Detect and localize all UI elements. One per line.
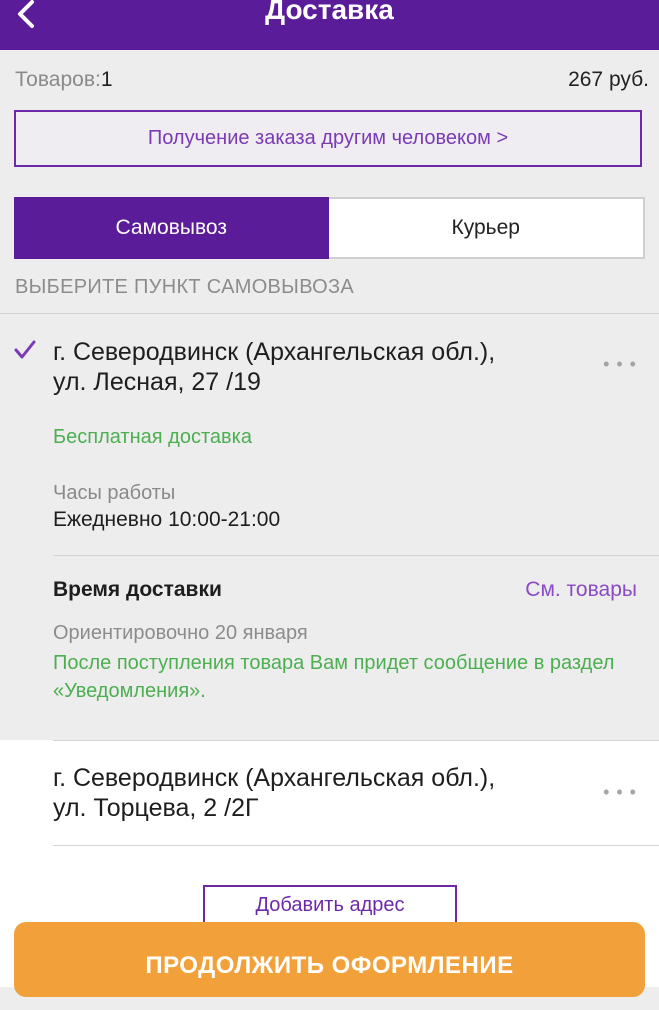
pickup-address-line1: г. Северодвинск (Архангельская обл.), [53,764,496,792]
app-header: Доставка [0,0,659,50]
items-count: Товаров:1 [15,68,113,92]
hours-label: Часы работы [53,482,176,504]
see-goods-link[interactable]: См. товары [525,578,637,602]
add-address-button[interactable]: Добавить адрес [203,885,457,925]
tab-courier[interactable]: Курьер [329,199,644,257]
pickup-address-line2: ул. Лесная, 27 /19 [53,368,261,396]
checkmark-icon [14,340,36,359]
divider [0,313,659,314]
hours-value: Ежедневно 10:00-21:00 [53,508,281,531]
divider [53,555,659,556]
continue-checkout-button[interactable]: ПРОДОЛЖИТЬ ОФОРМЛЕНИЕ [14,922,645,997]
items-count-value: 1 [100,68,113,91]
divider [53,740,659,741]
tab-pickup[interactable]: Самовывоз [14,197,329,259]
order-total: 267 руб. [568,68,649,91]
divider [53,845,659,846]
delivery-time-title: Время доставки [53,578,222,601]
page-title: Доставка [265,0,394,25]
items-count-label: Товаров: [15,68,101,91]
delivery-method-switch: Самовывоз Курьер [14,197,645,259]
delivery-notice: После поступления товара Вам придет сооб… [53,652,615,702]
pickup-address-line2: ул. Торцева, 2 /2Г [53,794,259,822]
delivery-cost: Бесплатная доставка [53,426,252,448]
more-options-icon[interactable]: • • • [603,354,637,375]
approx-delivery-date: Ориентировочно 20 января [53,622,308,644]
other-person-receive-button[interactable]: Получение заказа другим человеком > [14,110,642,167]
pickup-section-title: ВЫБЕРИТЕ ПУНКТ САМОВЫВОЗА [15,276,355,298]
more-options-icon[interactable]: • • • [603,782,637,803]
pickup-address-line1: г. Северодвинск (Архангельская обл.), [53,338,496,366]
